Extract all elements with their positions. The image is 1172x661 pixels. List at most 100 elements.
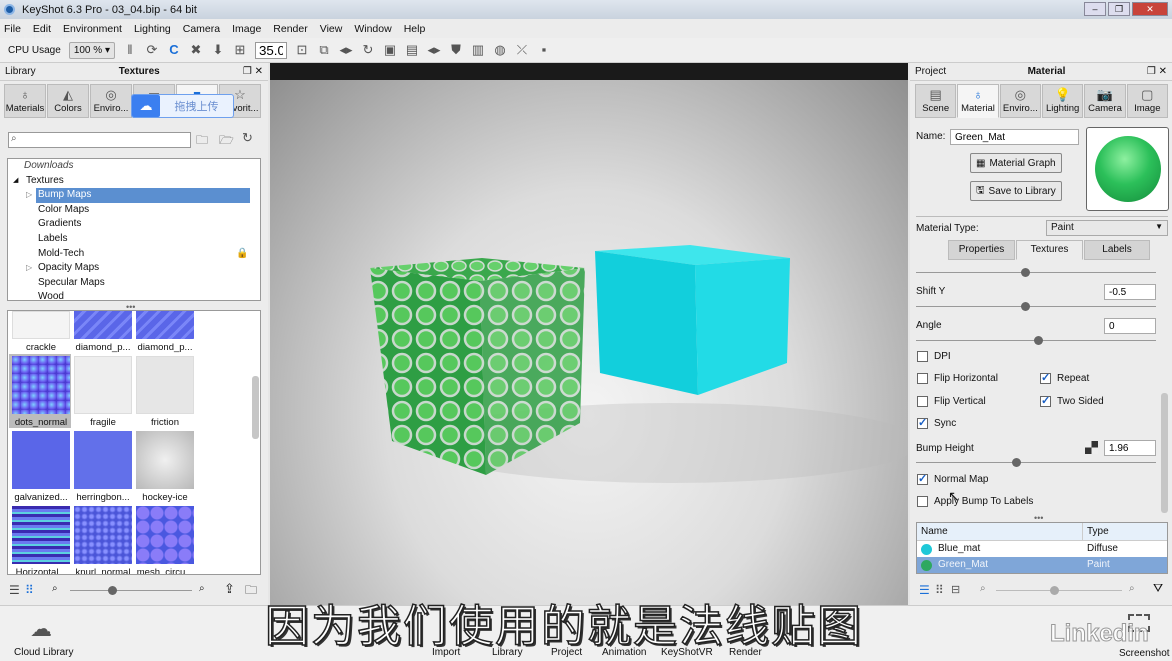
slider-knob[interactable]: [1050, 586, 1059, 595]
camera-list-icon[interactable]: ⧉: [317, 43, 331, 57]
render-viewport[interactable]: [270, 63, 908, 605]
tab-scene[interactable]: ▤ Scene: [915, 84, 957, 118]
menu-view[interactable]: View: [320, 23, 343, 35]
add-camera-icon[interactable]: ⊡: [295, 43, 309, 57]
cloud-library-icon[interactable]: ☁: [30, 616, 52, 642]
zoom-out-icon[interactable]: ⌕: [980, 583, 986, 594]
material-type-select[interactable]: Paint ▼: [1046, 220, 1168, 236]
grid-view-icon[interactable]: ⠿: [25, 583, 34, 597]
thumb-dots-normal[interactable]: [12, 356, 70, 414]
zoom-in-icon[interactable]: ⌕: [1129, 583, 1135, 594]
thumb-size-slider[interactable]: [70, 586, 192, 595]
checkbox-box[interactable]: [917, 496, 928, 507]
close-button[interactable]: ✕: [1132, 2, 1168, 16]
slider-knob[interactable]: [108, 586, 117, 595]
two-sided-checkbox[interactable]: ✓ Two Sided: [1040, 396, 1104, 407]
thumb-horizontal[interactable]: [12, 506, 70, 564]
upload-overlay[interactable]: ☁ 拖拽上传: [131, 94, 234, 118]
float-close-icons[interactable]: ❐ ✕: [243, 66, 263, 77]
slider-knob[interactable]: [1034, 336, 1043, 345]
table-row[interactable]: Blue_mat Diffuse: [917, 541, 1167, 557]
tree-item-color-maps[interactable]: Color Maps: [8, 203, 260, 218]
checkbox-box[interactable]: ✓: [917, 474, 928, 485]
tab-environments[interactable]: ◎ Enviro...: [90, 84, 132, 118]
move-down-icon[interactable]: ⬇: [211, 43, 225, 57]
performance-mode-icon[interactable]: ⟳: [145, 43, 159, 57]
geometry-view-icon[interactable]: ◍: [493, 43, 507, 57]
console-icon[interactable]: ▪: [537, 43, 551, 57]
tree-item-textures[interactable]: ◢ Textures: [8, 174, 260, 189]
camera-prev-next-icon[interactable]: ◂▸: [339, 43, 353, 57]
checkbox-box[interactable]: [917, 351, 928, 362]
minimize-button[interactable]: –: [1084, 2, 1106, 16]
menu-edit[interactable]: Edit: [33, 23, 51, 35]
tree-item-labels[interactable]: Labels: [8, 232, 260, 247]
menu-camera[interactable]: Camera: [183, 23, 220, 35]
shift-y-slider[interactable]: [916, 302, 1156, 311]
fov-input[interactable]: [254, 41, 287, 59]
tree-item-bump-maps[interactable]: ▷ Bump Maps: [8, 188, 260, 203]
subtab-textures[interactable]: Textures: [1016, 240, 1083, 260]
tree-item-opacity-maps[interactable]: ▷ Opacity Maps: [8, 261, 260, 276]
tab-lighting[interactable]: 💡 Lighting: [1041, 84, 1084, 118]
configurator-icon[interactable]: ⤫: [515, 43, 529, 57]
zoom-out-icon[interactable]: ⌕: [52, 583, 58, 594]
thumb-knurl[interactable]: [74, 506, 132, 564]
menu-image[interactable]: Image: [232, 23, 261, 35]
refresh-icon[interactable]: ↻: [361, 43, 375, 57]
checkbox-box[interactable]: ✓: [1040, 373, 1051, 384]
tree-item-specular-maps[interactable]: Specular Maps: [8, 276, 260, 291]
lock-camera-icon[interactable]: ▣: [383, 43, 397, 57]
slider-knob[interactable]: [1021, 268, 1030, 277]
thumb-galvanized[interactable]: [12, 431, 70, 489]
cpu-usage-select[interactable]: 100 % ▾: [68, 41, 115, 59]
bump-height-slider[interactable]: [916, 458, 1156, 467]
maximize-button[interactable]: ❐: [1108, 2, 1130, 16]
filter-icon[interactable]: ⛛: [1153, 581, 1163, 596]
model-set-nav-icon[interactable]: ◂▸: [427, 43, 441, 57]
normal-map-checkbox[interactable]: ✓ Normal Map: [917, 474, 988, 485]
list-view-icon[interactable]: ☰: [919, 583, 930, 597]
menu-help[interactable]: Help: [404, 23, 426, 35]
flip-vertical-checkbox[interactable]: Flip Vertical: [917, 396, 986, 407]
apply-bump-labels-checkbox[interactable]: Apply Bump To Labels: [917, 496, 1033, 507]
grid-scrollbar[interactable]: [252, 376, 259, 439]
bump-height-input[interactable]: [1104, 440, 1156, 456]
center-fit-icon[interactable]: ✖: [189, 43, 203, 57]
checkbox-box[interactable]: ✓: [917, 418, 928, 429]
thumb-mesh-circular[interactable]: [136, 506, 194, 564]
column-type[interactable]: Type: [1083, 523, 1109, 540]
grid-view-icon[interactable]: ⠿: [935, 583, 944, 597]
checkbox-box[interactable]: [917, 396, 928, 407]
thumb-friction[interactable]: [136, 356, 194, 414]
tab-materials[interactable]: ♁ Materials: [4, 84, 46, 118]
menu-file[interactable]: File: [4, 23, 21, 35]
thumb-diamond-1[interactable]: [74, 311, 132, 339]
shield-icon[interactable]: ⛊: [449, 43, 463, 57]
tab-colors[interactable]: ◭ Colors: [47, 84, 89, 118]
add-model-set-icon[interactable]: ▤: [405, 43, 419, 57]
screenshot-button[interactable]: Screenshot: [1119, 648, 1170, 659]
upload-cloud-icon[interactable]: ⇪: [224, 581, 235, 597]
tree-item-gradients[interactable]: Gradients: [8, 217, 260, 232]
cloud-library-button[interactable]: Cloud Library: [14, 647, 73, 658]
add-folder-icon[interactable]: 🗀: [196, 131, 208, 152]
tab-image[interactable]: ▢ Image: [1126, 84, 1168, 118]
zoom-in-icon[interactable]: ⌕: [199, 583, 205, 594]
reset-icon[interactable]: C: [167, 43, 181, 57]
properties-scrollbar[interactable]: [1161, 393, 1168, 513]
refresh-library-icon[interactable]: ↻: [242, 130, 253, 146]
column-name[interactable]: Name: [917, 523, 1083, 540]
texture-map-icon[interactable]: [1085, 441, 1098, 454]
import-folder-icon[interactable]: 🗁: [219, 131, 234, 152]
tree-view-icon[interactable]: ⊟: [951, 583, 960, 596]
menu-render[interactable]: Render: [273, 23, 307, 35]
material-name-input[interactable]: [950, 129, 1079, 145]
presentation-icon[interactable]: ▥: [471, 43, 485, 57]
thumb-fragile[interactable]: [74, 356, 132, 414]
thumb-hockey-ice[interactable]: [136, 431, 194, 489]
subtab-labels[interactable]: Labels: [1084, 240, 1150, 260]
expanded-arrow-icon[interactable]: ◢: [13, 174, 18, 189]
tab-environment[interactable]: ◎ Enviro...: [999, 84, 1041, 118]
angle-input[interactable]: [1104, 318, 1156, 334]
